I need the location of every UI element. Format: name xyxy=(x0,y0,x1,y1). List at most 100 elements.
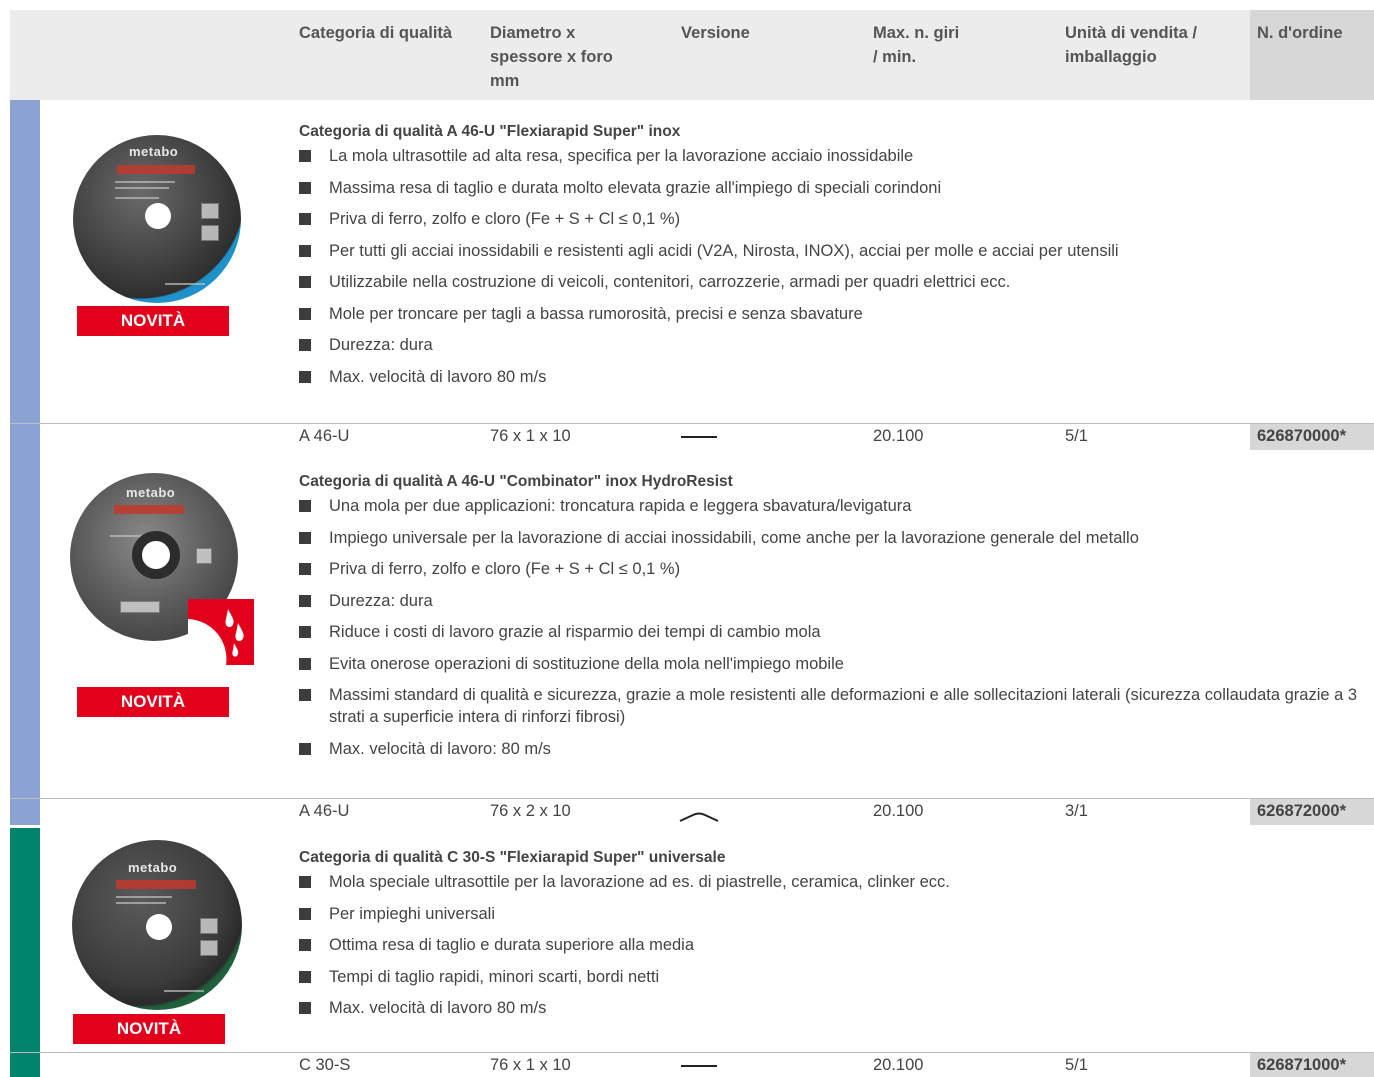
bullet-square-icon xyxy=(299,626,311,638)
cell-unit: 5/1 xyxy=(1065,427,1088,445)
disc-brand-text: metabo xyxy=(128,860,178,875)
disc-text-line xyxy=(115,197,159,199)
cell-unit: 3/1 xyxy=(1065,802,1088,820)
cell-order-number: 626872000* xyxy=(1257,802,1347,820)
flat-disc-line-icon xyxy=(681,1065,717,1067)
col-unit-header: Unità di vendita / imballaggio xyxy=(1065,24,1198,66)
product-section-1: metabo NOVITÀ Categoria di qualità A 46-… xyxy=(10,100,1374,453)
disc-text-line xyxy=(116,896,172,898)
bullet-square-icon xyxy=(299,181,311,194)
cell-dimensions: 76 x 2 x 10 xyxy=(490,802,571,820)
product-section-2: metabo NOVITÀ Categoria di qualità A 46-… xyxy=(10,450,1374,828)
disc-label xyxy=(116,880,196,889)
bullet-square-icon xyxy=(299,657,311,670)
product-disc-image: metabo xyxy=(72,840,242,1010)
cell-quality: C 30-S xyxy=(299,1056,351,1074)
cell-rpm: 20.100 xyxy=(873,1056,924,1074)
feature-item: Priva di ferro, zolfo e cloro (Fe + S + … xyxy=(299,208,1369,230)
feature-item: Durezza: dura xyxy=(299,590,1369,612)
row-stripe xyxy=(10,424,40,450)
feature-item: Max. velocità di lavoro 80 m/s xyxy=(299,997,1369,1019)
category-stripe xyxy=(10,450,40,800)
bullet-square-icon xyxy=(299,150,311,162)
product-title: Categoria di qualità C 30-S "Flexiarapid… xyxy=(299,849,726,866)
col-dimensions-header: Diametro x spessore x foro mm xyxy=(490,24,613,90)
bullet-square-icon xyxy=(299,276,311,288)
disc-center-hole xyxy=(146,914,172,940)
disc-label xyxy=(117,165,195,174)
feature-item: Evita onerose operazioni di sostituzione… xyxy=(299,653,1369,675)
feature-item: Massima resa di taglio e durata molto el… xyxy=(299,177,1369,199)
disc-pictogram xyxy=(201,225,219,241)
novita-badge: NOVITÀ xyxy=(77,306,229,336)
product-title: Categoria di qualità A 46-U "Combinator"… xyxy=(299,473,733,490)
col-quality-header: Categoria di qualità xyxy=(299,24,453,42)
table-row: C 30-S 76 x 1 x 10 20.100 5/1 626871000* xyxy=(10,1052,1374,1077)
water-drops-icon xyxy=(188,609,244,665)
feature-list: Una mola per due applicazioni: troncatur… xyxy=(299,495,1369,769)
table-row: A 46-U 76 x 1 x 10 20.100 5/1 626870000* xyxy=(10,423,1374,450)
cell-quality: A 46-U xyxy=(299,802,350,820)
feature-item: Riduce i costi di lavoro grazie al rispa… xyxy=(299,621,1369,643)
feature-item: Tempi di taglio rapidi, minori scarti, b… xyxy=(299,966,1369,988)
feature-list: La mola ultrasottile ad alta resa, speci… xyxy=(299,145,1369,397)
cell-order-number: 626871000* xyxy=(1257,1056,1347,1074)
disc-pictogram xyxy=(196,548,212,564)
cell-unit: 5/1 xyxy=(1065,1056,1088,1074)
cell-quality: A 46-U xyxy=(299,427,350,445)
disc-label xyxy=(114,505,184,514)
disc-brand-text: metabo xyxy=(126,485,176,500)
col-order-header: N. d'ordine xyxy=(1257,24,1343,42)
novita-badge: NOVITÀ xyxy=(77,687,229,717)
bullet-square-icon xyxy=(299,876,311,888)
disc-pictogram xyxy=(201,203,219,219)
feature-item: Per impieghi universali xyxy=(299,903,1369,925)
depressed-center-arc-icon xyxy=(679,812,719,822)
bullet-square-icon xyxy=(299,594,311,607)
disc-center-hole xyxy=(132,531,180,579)
feature-item: Una mola per due applicazioni: troncatur… xyxy=(299,495,1369,517)
bullet-square-icon xyxy=(299,244,311,257)
disc-text-line xyxy=(164,990,204,992)
cell-dimensions: 76 x 1 x 10 xyxy=(490,1056,571,1074)
feature-item: Ottima resa di taglio e durata superiore… xyxy=(299,934,1369,956)
bullet-square-icon xyxy=(299,563,311,575)
disc-text-line xyxy=(115,187,169,189)
product-title: Categoria di qualità A 46-U "Flexiarapid… xyxy=(299,123,681,140)
col-version-header: Versione xyxy=(681,24,750,42)
bullet-square-icon xyxy=(299,742,311,755)
product-section-3: metabo NOVITÀ Categoria di qualità C 30-… xyxy=(10,828,1374,1077)
bullet-square-icon xyxy=(299,339,311,351)
category-stripe xyxy=(10,100,40,424)
bullet-square-icon xyxy=(299,213,311,225)
disc-pictogram xyxy=(200,918,218,934)
feature-item: Mola speciale ultrasottile per la lavora… xyxy=(299,871,1369,893)
disc-pictogram xyxy=(120,601,160,613)
feature-item: La mola ultrasottile ad alta resa, speci… xyxy=(299,145,1369,167)
bullet-square-icon xyxy=(299,307,311,320)
bullet-square-icon xyxy=(299,689,311,701)
feature-item: Max. velocità di lavoro: 80 m/s xyxy=(299,738,1369,760)
flat-disc-line-icon xyxy=(681,436,717,438)
bullet-square-icon xyxy=(299,1002,311,1014)
bullet-square-icon xyxy=(299,939,311,951)
cell-rpm: 20.100 xyxy=(873,802,924,820)
feature-list: Mola speciale ultrasottile per la lavora… xyxy=(299,871,1369,1029)
disc-text-line xyxy=(116,902,166,904)
bullet-square-icon xyxy=(299,970,311,983)
bullet-square-icon xyxy=(299,500,311,512)
cell-order-number: 626870000* xyxy=(1257,427,1347,445)
category-stripe xyxy=(10,828,40,1077)
feature-item: Priva di ferro, zolfo e cloro (Fe + S + … xyxy=(299,558,1369,580)
feature-item: Max. velocità di lavoro 80 m/s xyxy=(299,366,1369,388)
product-disc-image: metabo xyxy=(73,135,241,303)
col-rpm-header: Max. n. giri / min. xyxy=(873,24,960,66)
novita-badge: NOVITÀ xyxy=(73,1014,225,1044)
bullet-square-icon xyxy=(299,907,311,920)
table-row: A 46-U 76 x 2 x 10 20.100 3/1 626872000* xyxy=(10,798,1374,825)
feature-item: Durezza: dura xyxy=(299,334,1369,356)
disc-text-line xyxy=(165,283,205,285)
bullet-square-icon xyxy=(299,370,311,383)
row-stripe xyxy=(10,1053,40,1077)
disc-brand-text: metabo xyxy=(129,144,179,159)
